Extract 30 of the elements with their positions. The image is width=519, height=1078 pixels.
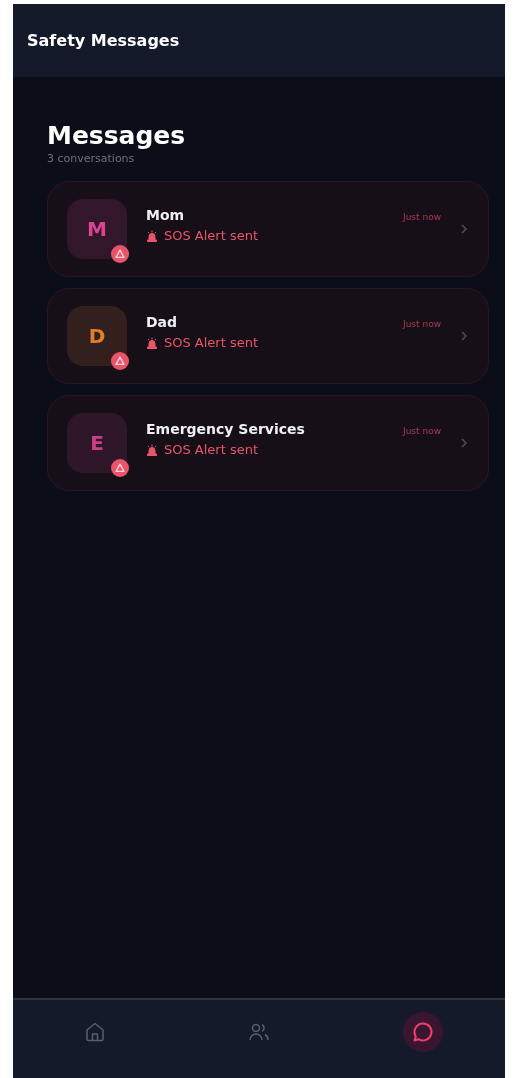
- avatar-initial: E: [90, 431, 104, 455]
- chevron-right-icon: [460, 330, 468, 342]
- chevron-right-icon: [460, 437, 468, 449]
- alert-badge-icon: [111, 245, 129, 263]
- timestamp: Just now: [403, 212, 441, 222]
- chevron-right-icon: [460, 223, 468, 235]
- timestamp: Just now: [403, 426, 441, 436]
- alert-badge-icon: [111, 352, 129, 370]
- alert-badge-icon: [111, 459, 129, 477]
- nav-tab[interactable]: [403, 1012, 443, 1052]
- siren-icon: [146, 336, 158, 349]
- page-title: Messages: [47, 121, 186, 150]
- message-preview: SOS Alert sent: [164, 442, 259, 457]
- siren-icon: [146, 443, 158, 456]
- message-preview: SOS Alert sent: [164, 335, 259, 350]
- conversation-card[interactable]: M Mom SOS Alert sent Just now: [47, 181, 489, 277]
- message-preview: SOS Alert sent: [164, 228, 259, 243]
- contact-name: Emergency Services: [146, 421, 305, 437]
- siren-icon: [146, 229, 158, 242]
- app-title: Safety Messages: [27, 31, 180, 50]
- avatar-initial: D: [88, 324, 106, 348]
- timestamp: Just now: [403, 319, 441, 329]
- chat-bubble-icon: [411, 1020, 435, 1044]
- home-icon: [83, 1020, 107, 1044]
- conversation-card[interactable]: D Dad SOS Alert sent Just now: [47, 288, 489, 384]
- conversation-card[interactable]: E Emergency Services SOS Alert sent Just now: [47, 395, 489, 491]
- contact-name: Dad: [146, 314, 178, 330]
- avatar-initial: M: [87, 217, 107, 241]
- conversation-count: 3 conversations: [47, 152, 135, 165]
- contact-name: Mom: [146, 207, 185, 223]
